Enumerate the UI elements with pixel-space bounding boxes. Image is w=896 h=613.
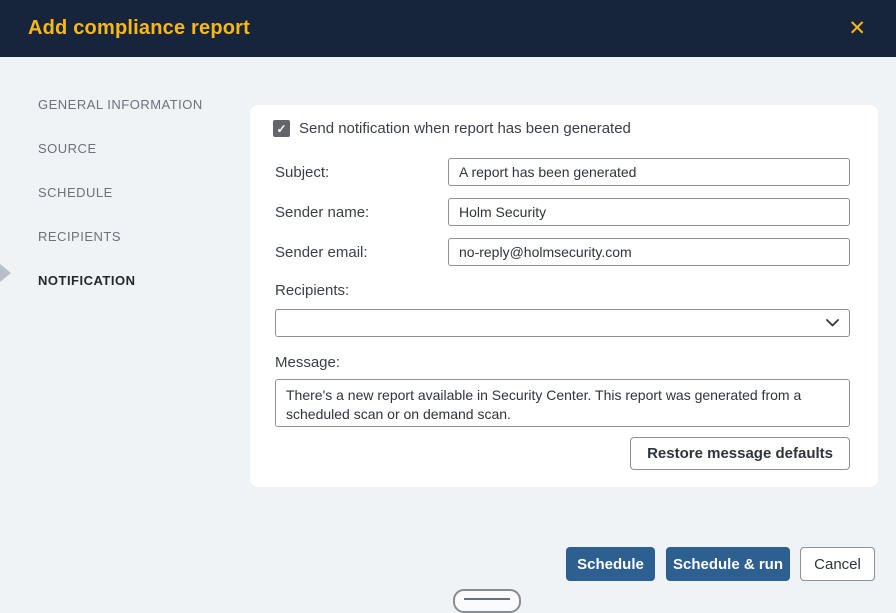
close-icon[interactable]: ✕ [844, 14, 870, 43]
recipients-label: Recipients: [275, 282, 349, 299]
cancel-button[interactable]: Cancel [800, 547, 875, 581]
sidebar-item-general-information[interactable]: GENERAL INFORMATION [38, 97, 203, 115]
message-label: Message: [275, 354, 340, 371]
page-title: Add compliance report [28, 17, 250, 40]
notification-form-card: ✓ Send notification when report has been… [250, 105, 878, 487]
sidebar-item-schedule[interactable]: SCHEDULE [38, 185, 113, 203]
send-notification-row: ✓ Send notification when report has been… [273, 120, 631, 137]
cut-off-bottom-pill [453, 589, 521, 613]
add-compliance-report-modal: Add compliance report ✕ GENERAL INFORMAT… [0, 0, 896, 599]
send-notification-checkbox[interactable]: ✓ [273, 120, 290, 137]
checkmark-icon: ✓ [276, 122, 286, 136]
message-textarea[interactable]: There's a new report available in Securi… [275, 379, 850, 427]
sidebar-item-recipients[interactable]: RECIPIENTS [38, 229, 121, 247]
sender-email-label: Sender email: [275, 244, 368, 261]
send-notification-label: Send notification when report has been g… [299, 120, 631, 137]
schedule-and-run-button[interactable]: Schedule & run [666, 547, 790, 581]
subject-input[interactable] [448, 158, 850, 186]
recipients-select[interactable] [275, 309, 850, 337]
pill-inner-line [464, 598, 510, 600]
active-step-arrow-icon [0, 264, 11, 282]
sidebar-item-notification[interactable]: NOTIFICATION [38, 273, 135, 291]
sidebar-item-source[interactable]: SOURCE [38, 141, 97, 159]
schedule-button[interactable]: Schedule [566, 547, 655, 581]
subject-label: Subject: [275, 164, 329, 181]
sender-name-label: Sender name: [275, 204, 369, 221]
sender-name-input[interactable] [448, 198, 850, 226]
restore-message-defaults-button[interactable]: Restore message defaults [630, 437, 850, 470]
chevron-down-icon [826, 319, 839, 327]
sender-email-input[interactable] [448, 238, 850, 266]
modal-header: Add compliance report ✕ [0, 0, 896, 57]
wizard-steps-sidebar: GENERAL INFORMATION SOURCE SCHEDULE RECI… [0, 57, 250, 599]
